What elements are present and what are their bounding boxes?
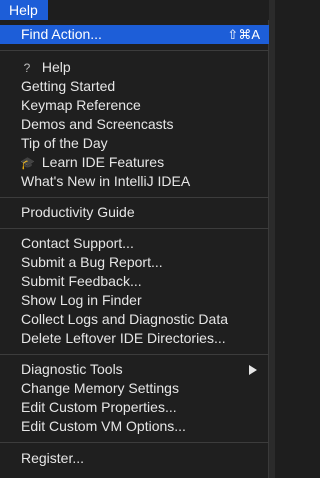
help-dropdown-menu: Find Action... ⇧⌘A ? Help Getting Starte… bbox=[0, 20, 269, 478]
separator bbox=[0, 354, 269, 355]
menu-item-tip-of-the-day[interactable]: Tip of the Day bbox=[0, 134, 269, 153]
menu-item-find-action[interactable]: Find Action... ⇧⌘A bbox=[0, 25, 269, 44]
separator bbox=[0, 442, 269, 443]
separator bbox=[0, 197, 269, 198]
menu-item-edit-custom-properties[interactable]: Edit Custom Properties... bbox=[0, 398, 269, 417]
menu-item-whats-new[interactable]: What's New in IntelliJ IDEA bbox=[0, 172, 269, 191]
menu-item-getting-started[interactable]: Getting Started bbox=[0, 77, 269, 96]
separator bbox=[0, 228, 269, 229]
menu-item-submit-feedback[interactable]: Submit Feedback... bbox=[0, 272, 269, 291]
menu-item-contact-support[interactable]: Contact Support... bbox=[0, 234, 269, 253]
menu-item-show-log-in-finder[interactable]: Show Log in Finder bbox=[0, 291, 269, 310]
menu-item-register[interactable]: Register... bbox=[0, 449, 269, 468]
menu-item-delete-leftover-directories[interactable]: Delete Leftover IDE Directories... bbox=[0, 329, 269, 348]
submenu-arrow-icon bbox=[249, 365, 257, 375]
menu-item-edit-custom-vm-options[interactable]: Edit Custom VM Options... bbox=[0, 417, 269, 436]
menu-item-change-memory-settings[interactable]: Change Memory Settings bbox=[0, 379, 269, 398]
menubar-help[interactable]: Help bbox=[0, 0, 48, 20]
menu-item-demos-screencasts[interactable]: Demos and Screencasts bbox=[0, 115, 269, 134]
keyboard-shortcut: ⇧⌘A bbox=[227, 27, 260, 42]
menu-item-diagnostic-tools[interactable]: Diagnostic Tools bbox=[0, 360, 269, 379]
separator bbox=[0, 50, 269, 51]
menu-item-productivity-guide[interactable]: Productivity Guide bbox=[0, 203, 269, 222]
menu-item-label: Help bbox=[41, 59, 71, 75]
menu-item-label: Diagnostic Tools bbox=[21, 361, 123, 377]
menu-item-label: Learn IDE Features bbox=[41, 154, 165, 170]
help-menu-window: Help Find Action... ⇧⌘A ? Help Getting S… bbox=[0, 0, 275, 478]
menu-item-submit-bug-report[interactable]: Submit a Bug Report... bbox=[0, 253, 269, 272]
question-icon: ? bbox=[23, 61, 31, 75]
menu-item-collect-logs[interactable]: Collect Logs and Diagnostic Data bbox=[0, 310, 269, 329]
menu-item-help[interactable]: ? Help bbox=[0, 58, 269, 77]
background-window-edge bbox=[269, 0, 275, 478]
menu-item-label: Find Action... bbox=[21, 26, 102, 42]
graduation-cap-icon: 🎓 bbox=[20, 156, 35, 170]
menu-item-keymap-reference[interactable]: Keymap Reference bbox=[0, 96, 269, 115]
menu-item-learn-ide-features[interactable]: 🎓 Learn IDE Features bbox=[0, 153, 269, 172]
